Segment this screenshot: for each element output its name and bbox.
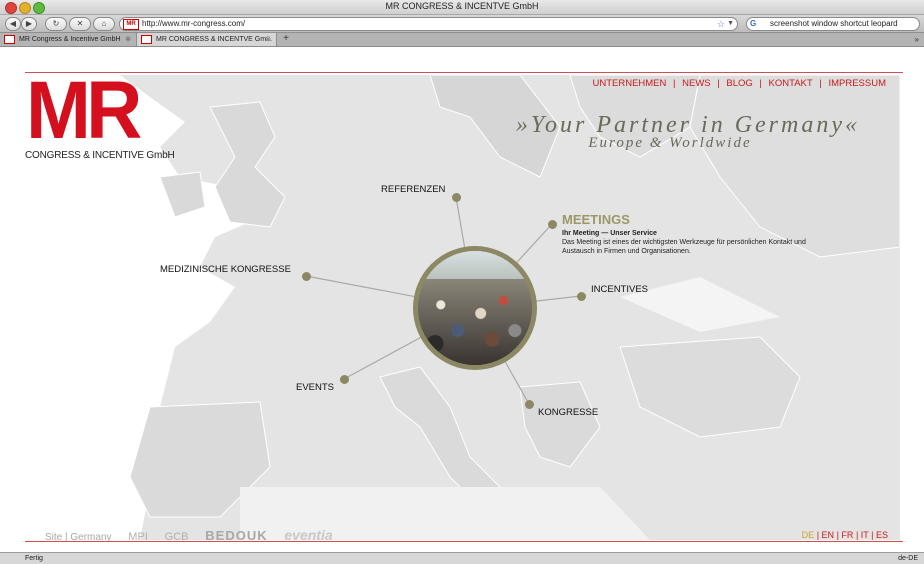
nav-unternehmen[interactable]: UNTERNEHMEN <box>592 78 666 89</box>
tab-favicon-icon <box>141 34 152 44</box>
meetings-description: Das Meeting ist eines der wichtigsten We… <box>562 239 806 255</box>
site-favicon-icon: MR <box>123 19 139 30</box>
photo-crowd <box>418 279 532 365</box>
window-titlebar: MR CONGRESS & INCENTVE GmbH <box>0 0 924 15</box>
bookmark-star-icon[interactable]: ☆ <box>717 18 725 30</box>
link-meetings[interactable]: MEETINGS <box>562 212 630 227</box>
url-input[interactable]: http://www.mr-congress.com/ <box>142 18 245 30</box>
lang-it[interactable]: IT <box>861 530 869 540</box>
url-dropdown-icon[interactable]: ▼ <box>727 18 734 30</box>
tab-mr-congress-2[interactable]: MR CONGRESS & INCENTVE Gm... ⊗ <box>137 33 277 46</box>
header-divider <box>25 72 903 73</box>
referenzen-dot[interactable] <box>452 193 461 202</box>
search-input[interactable]: screenshot window shortcut leopard <box>770 18 898 30</box>
tab-close-icon[interactable]: ⊗ <box>125 33 131 46</box>
tab-label: MR Congress & Incentive GmbH <box>19 36 121 43</box>
footer-divider <box>25 541 903 542</box>
reload-button[interactable]: ↻ <box>45 17 67 31</box>
browser-toolbar: ◀ ▶ ↻ ✕ ⌂ MR http://www.mr-congress.com/… <box>0 15 924 33</box>
home-icon: ⌂ <box>101 19 107 28</box>
kongresse-dot[interactable] <box>525 400 534 409</box>
top-navigation: UNTERNEHMEN | NEWS | BLOG | KONTAKT | IM… <box>590 78 888 89</box>
forward-button[interactable]: ▶ <box>21 17 37 31</box>
nav-blog[interactable]: BLOG <box>726 78 752 89</box>
nav-separator: | <box>673 78 676 89</box>
search-bar[interactable]: G screenshot window shortcut leopard <box>746 17 920 31</box>
tab-mr-congress-1[interactable]: MR Congress & Incentive GmbH ⊗ <box>0 33 137 46</box>
logo-subtitle: CONGRESS & INCENTIVE GmbH <box>25 150 175 161</box>
lang-es[interactable]: ES <box>876 530 888 540</box>
events-dot[interactable] <box>340 375 349 384</box>
language-switcher: DE | EN | FR | IT | ES <box>801 530 888 540</box>
photo-sky <box>418 251 532 279</box>
reload-icon: ↻ <box>52 19 60 28</box>
link-kongresse[interactable]: KONGRESSE <box>538 407 598 418</box>
tab-label: MR CONGRESS & INCENTVE Gm... <box>156 36 272 43</box>
web-page: MR CONGRESS & INCENTIVE GmbH UNTERNEHMEN… <box>0 47 924 551</box>
tab-overflow-icon[interactable]: » <box>915 33 919 46</box>
status-bar: Fertig de-DE <box>0 552 924 564</box>
crowd-photo <box>418 251 532 365</box>
nav-news[interactable]: NEWS <box>682 78 711 89</box>
window-title: MR CONGRESS & INCENTVE GmbH <box>385 1 539 11</box>
stop-button[interactable]: ✕ <box>69 17 91 31</box>
nav-kontakt[interactable]: KONTAKT <box>769 78 813 89</box>
incentives-dot[interactable] <box>577 292 586 301</box>
lang-en[interactable]: EN <box>822 530 835 540</box>
back-icon: ◀ <box>9 19 17 28</box>
search-engine-icon[interactable]: G <box>750 19 766 28</box>
lang-de[interactable]: DE <box>802 530 815 540</box>
address-bar[interactable]: MR http://www.mr-congress.com/ ☆ ▼ <box>119 17 738 31</box>
locale-indicator: de-DE <box>898 555 918 562</box>
link-events[interactable]: EVENTS <box>296 382 334 393</box>
tab-favicon-icon <box>4 34 15 44</box>
nav-separator: | <box>759 78 762 89</box>
hub-photo-frame <box>413 246 537 370</box>
medizinische-dot[interactable] <box>302 272 311 281</box>
tab-bar: MR Congress & Incentive GmbH ⊗ MR CONGRE… <box>0 33 924 47</box>
status-text: Fertig <box>25 555 43 562</box>
site-logo[interactable]: MR <box>26 70 142 152</box>
link-referenzen[interactable]: REFERENZEN <box>381 184 445 195</box>
link-medizinische-kongresse[interactable]: MEDIZINISCHE KONGRESSE <box>160 264 291 275</box>
lang-fr[interactable]: FR <box>841 530 853 540</box>
nav-impressum[interactable]: IMPRESSUM <box>828 78 886 89</box>
meetings-subtitle: Ihr Meeting — Unser Service <box>562 230 657 237</box>
new-tab-button[interactable]: + <box>280 34 292 44</box>
slogan-subline: Europe & Worldwide <box>588 135 752 151</box>
back-button[interactable]: ◀ <box>5 17 21 31</box>
nav-separator: | <box>717 78 720 89</box>
meetings-dot[interactable] <box>548 220 557 229</box>
stop-icon: ✕ <box>76 19 84 28</box>
tab-close-icon[interactable]: ⊗ <box>265 33 271 46</box>
forward-icon: ▶ <box>25 19 33 28</box>
nav-separator: | <box>819 78 822 89</box>
link-incentives[interactable]: INCENTIVES <box>591 284 648 295</box>
home-button[interactable]: ⌂ <box>93 17 115 31</box>
